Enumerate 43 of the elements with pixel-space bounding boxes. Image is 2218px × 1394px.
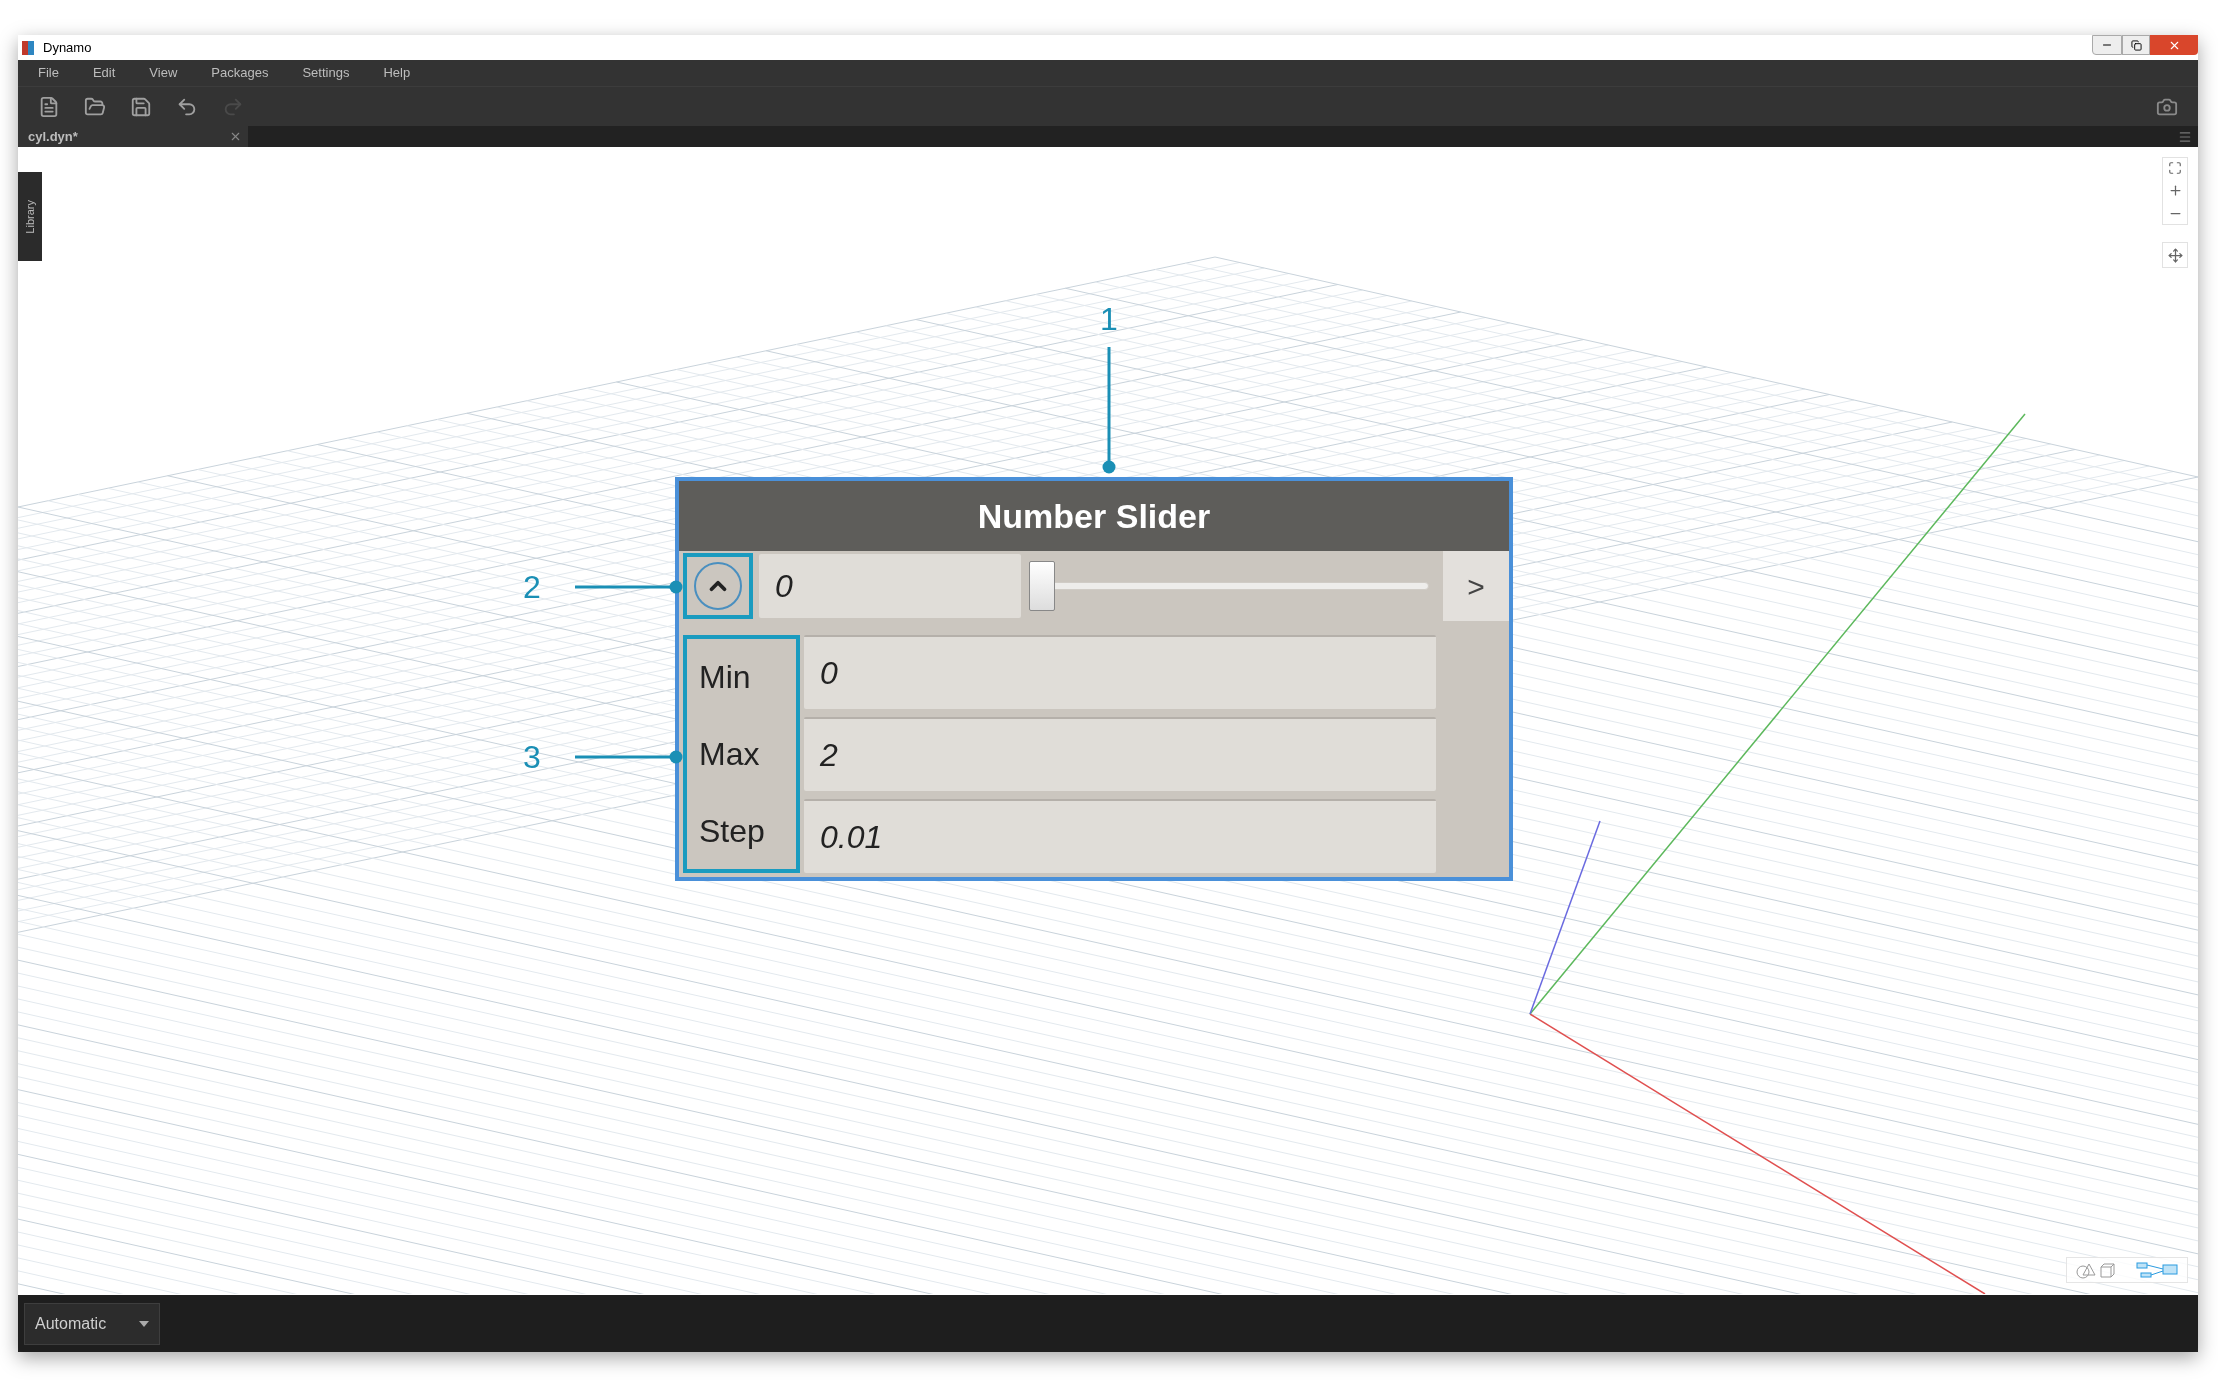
app-logo-icon: [21, 39, 35, 56]
node-title: Number Slider: [977, 495, 1211, 537]
minimize-button[interactable]: [2092, 35, 2122, 55]
menu-item[interactable]: Help: [383, 63, 411, 83]
restore-button[interactable]: [2122, 35, 2150, 55]
library-label: Library: [22, 199, 37, 234]
callout-number: 2: [523, 571, 541, 603]
close-icon[interactable]: [229, 130, 242, 143]
field-label: Max: [699, 735, 761, 774]
menu-item[interactable]: View: [149, 63, 178, 83]
value-field[interactable]: 0: [759, 554, 1021, 618]
window-title: Dynamo: [43, 38, 92, 57]
number-slider-node[interactable]: Number Slider 0 > Min Max Step 0 2 0.01: [675, 477, 1513, 881]
pan-button[interactable]: [2162, 242, 2188, 268]
menu-item[interactable]: File: [38, 63, 59, 83]
folder-icon[interactable]: [84, 95, 106, 118]
callout-number: 1: [1100, 303, 1118, 335]
callout-number: 3: [523, 741, 541, 773]
slider-track[interactable]: [1029, 561, 1429, 611]
new-file-icon[interactable]: [38, 95, 60, 118]
field-label: Step: [699, 811, 766, 851]
file-tab[interactable]: cyl.dyn*: [18, 126, 248, 147]
menu-item[interactable]: Edit: [92, 63, 116, 83]
caret-icon: [139, 1320, 149, 1327]
save-icon[interactable]: [130, 95, 152, 118]
move-icon: [2167, 247, 2183, 263]
close-button[interactable]: [2150, 35, 2198, 55]
library-tab[interactable]: Library: [18, 172, 42, 261]
menu-item[interactable]: Packages: [211, 63, 269, 83]
run-mode-dropdown[interactable]: Automatic: [24, 1302, 160, 1345]
collapse-button[interactable]: [694, 562, 742, 610]
menu-item[interactable]: Settings: [302, 63, 350, 83]
fit-view-icon[interactable]: [2168, 161, 2182, 175]
number-field[interactable]: 2: [804, 717, 1436, 791]
expand-button[interactable]: >: [1443, 551, 1509, 621]
slider-thumb[interactable]: [1029, 561, 1055, 611]
zoom-in-icon[interactable]: [2167, 183, 2183, 198]
number-field[interactable]: 0: [804, 635, 1436, 709]
field-label: Min: [699, 658, 752, 698]
menu-icon[interactable]: [2178, 129, 2192, 144]
number-field[interactable]: 0.01: [804, 799, 1436, 873]
tab-label: cyl.dyn*: [28, 127, 78, 146]
restore-icon: [2130, 39, 2142, 51]
